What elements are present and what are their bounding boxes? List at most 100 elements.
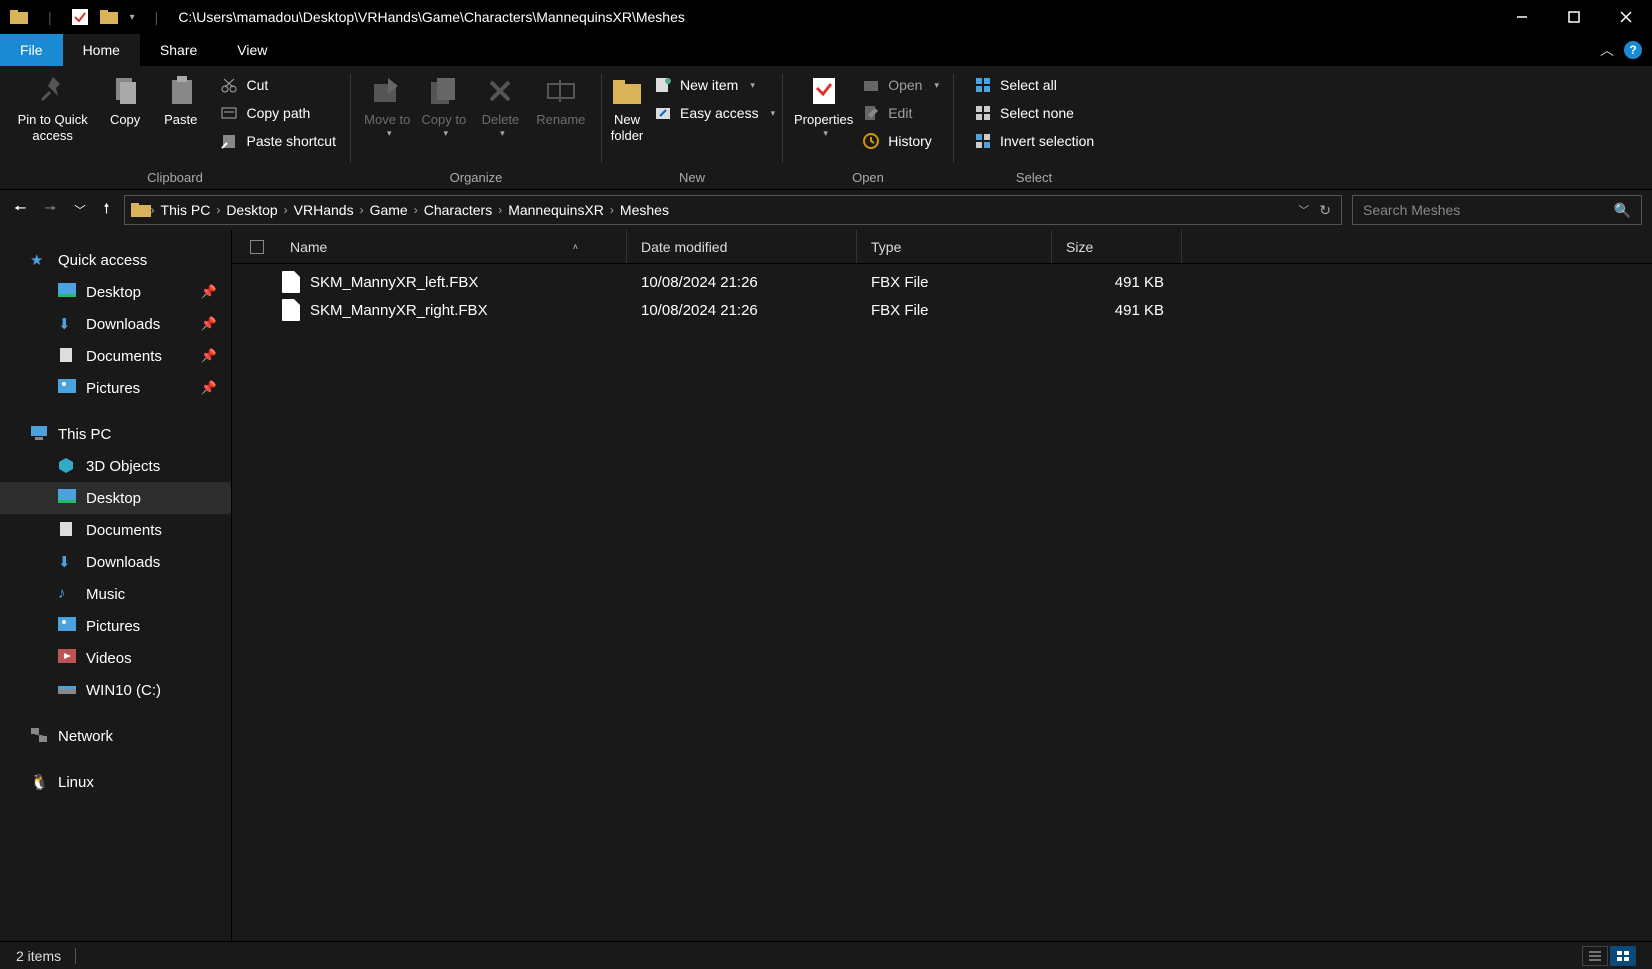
videos-icon <box>58 649 76 667</box>
invert-selection-icon <box>974 132 992 150</box>
help-icon[interactable]: ? <box>1624 41 1642 59</box>
nav-network[interactable]: Network <box>0 720 231 752</box>
paste-button[interactable]: Paste <box>153 72 209 128</box>
nav-qa-pictures[interactable]: Pictures 📌 <box>0 372 231 404</box>
back-button[interactable]: 🠔 <box>14 198 26 222</box>
search-box[interactable]: 🔍 <box>1352 195 1642 225</box>
nav-label: Network <box>58 728 113 745</box>
nav-desktop[interactable]: Desktop <box>0 482 231 514</box>
nav-pictures[interactable]: Pictures <box>0 610 231 642</box>
qat-folder-icon[interactable] <box>100 9 118 25</box>
nav-3d-objects[interactable]: 3D Objects <box>0 450 231 482</box>
nav-label: This PC <box>58 426 111 443</box>
file-type: FBX File <box>857 302 1052 319</box>
move-to-button[interactable]: Move to ▾ <box>359 72 416 138</box>
forward-button[interactable]: 🠖 <box>44 198 56 222</box>
tab-share[interactable]: Share <box>140 34 217 66</box>
linux-icon: 🐧 <box>30 773 48 791</box>
separator: | <box>155 9 159 25</box>
thumbnails-view-button[interactable] <box>1610 946 1636 966</box>
paste-label: Paste <box>164 112 197 128</box>
breadcrumb-mannequinsxr[interactable]: MannequinsXR <box>502 202 610 218</box>
nav-qa-documents[interactable]: Documents 📌 <box>0 340 231 372</box>
nav-documents[interactable]: Documents <box>0 514 231 546</box>
easy-access-icon <box>654 104 672 122</box>
minimize-button[interactable] <box>1496 0 1548 34</box>
select-none-button[interactable]: Select none <box>968 102 1100 124</box>
nav-qa-downloads[interactable]: ⬇ Downloads 📌 <box>0 308 231 340</box>
nav-label: Quick access <box>58 252 147 269</box>
select-all-checkbox[interactable] <box>250 240 264 254</box>
column-label: Type <box>871 239 901 255</box>
new-item-label: New item <box>680 77 738 93</box>
breadcrumb-meshes[interactable]: Meshes <box>614 202 675 218</box>
paste-shortcut-button[interactable]: Paste shortcut <box>214 130 342 152</box>
search-icon[interactable]: 🔍 <box>1614 202 1631 219</box>
nav-linux[interactable]: 🐧Linux <box>0 766 231 798</box>
search-input[interactable] <box>1363 202 1614 218</box>
history-label: History <box>888 133 932 149</box>
address-bar[interactable]: › This PC› Desktop› VRHands› Game› Chara… <box>124 195 1342 225</box>
chevron-down-icon: ▾ <box>500 128 505 139</box>
delete-button[interactable]: Delete ▾ <box>472 72 529 138</box>
breadcrumb-game[interactable]: Game <box>364 202 414 218</box>
drive-icon <box>58 681 76 699</box>
invert-selection-button[interactable]: Invert selection <box>968 130 1100 152</box>
select-all-icon <box>974 76 992 94</box>
recent-locations-button[interactable]: ﹀ <box>75 202 86 218</box>
file-list: Name ˄ Date modified Type Size SKM_Manny… <box>232 230 1652 941</box>
new-folder-button[interactable]: New folder <box>610 72 644 143</box>
properties-button[interactable]: Properties ▾ <box>791 72 856 138</box>
new-item-button[interactable]: New item ▾ <box>648 74 781 96</box>
up-button[interactable]: 🠕 <box>104 198 110 222</box>
column-label: Name <box>290 239 327 255</box>
copy-to-button[interactable]: Copy to ▾ <box>416 72 473 138</box>
qat-dropdown-icon[interactable]: ▾ <box>130 12 135 23</box>
column-name[interactable]: Name ˄ <box>232 230 627 263</box>
nav-music[interactable]: ♪Music <box>0 578 231 610</box>
nav-videos[interactable]: Videos <box>0 642 231 674</box>
column-type[interactable]: Type <box>857 230 1052 263</box>
column-date[interactable]: Date modified <box>627 230 857 263</box>
easy-access-button[interactable]: Easy access ▾ <box>648 102 781 124</box>
maximize-button[interactable] <box>1548 0 1600 34</box>
tab-home[interactable]: Home <box>63 34 140 66</box>
cut-button[interactable]: Cut <box>214 74 342 96</box>
breadcrumb-this-pc[interactable]: This PC <box>155 202 217 218</box>
chevron-down-icon: ▾ <box>387 128 392 139</box>
nav-label: Videos <box>86 650 132 667</box>
tab-view[interactable]: View <box>217 34 287 66</box>
collapse-ribbon-icon[interactable]: ︿ <box>1600 40 1614 60</box>
breadcrumb-desktop[interactable]: Desktop <box>220 202 283 218</box>
nav-label: Documents <box>86 522 162 539</box>
new-item-icon <box>654 76 672 94</box>
breadcrumb-characters[interactable]: Characters <box>418 202 498 218</box>
copy-path-button[interactable]: Copy path <box>214 102 342 124</box>
breadcrumb-vrhands[interactable]: VRHands <box>288 202 360 218</box>
edit-button[interactable]: Edit <box>856 102 945 124</box>
copy-button[interactable]: Copy <box>97 72 153 128</box>
nav-label: WIN10 (C:) <box>86 682 161 699</box>
tab-file[interactable]: File <box>0 34 63 66</box>
address-dropdown-icon[interactable]: ﹀ <box>1298 202 1309 218</box>
nav-qa-desktop[interactable]: Desktop 📌 <box>0 276 231 308</box>
history-button[interactable]: History <box>856 130 945 152</box>
refresh-icon[interactable]: ↻ <box>1319 202 1331 219</box>
file-row[interactable]: SKM_MannyXR_left.FBX 10/08/2024 21:26 FB… <box>232 268 1652 296</box>
pin-to-quick-access-button[interactable]: Pin to Quick access <box>8 72 97 143</box>
nav-quick-access[interactable]: ★ Quick access <box>0 244 231 276</box>
details-view-button[interactable] <box>1582 946 1608 966</box>
paste-shortcut-label: Paste shortcut <box>246 133 336 149</box>
open-button[interactable]: Open ▾ <box>856 74 945 96</box>
nav-this-pc[interactable]: This PC <box>0 418 231 450</box>
rename-button[interactable]: Rename <box>529 72 593 128</box>
column-label: Date modified <box>641 239 727 255</box>
close-button[interactable] <box>1600 0 1652 34</box>
file-row[interactable]: SKM_MannyXR_right.FBX 10/08/2024 21:26 F… <box>232 296 1652 324</box>
nav-downloads[interactable]: ⬇Downloads <box>0 546 231 578</box>
qat-checkbox-icon[interactable] <box>72 9 88 25</box>
select-all-button[interactable]: Select all <box>968 74 1100 96</box>
star-icon: ★ <box>30 251 48 269</box>
nav-drive-c[interactable]: WIN10 (C:) <box>0 674 231 706</box>
column-size[interactable]: Size <box>1052 230 1182 263</box>
